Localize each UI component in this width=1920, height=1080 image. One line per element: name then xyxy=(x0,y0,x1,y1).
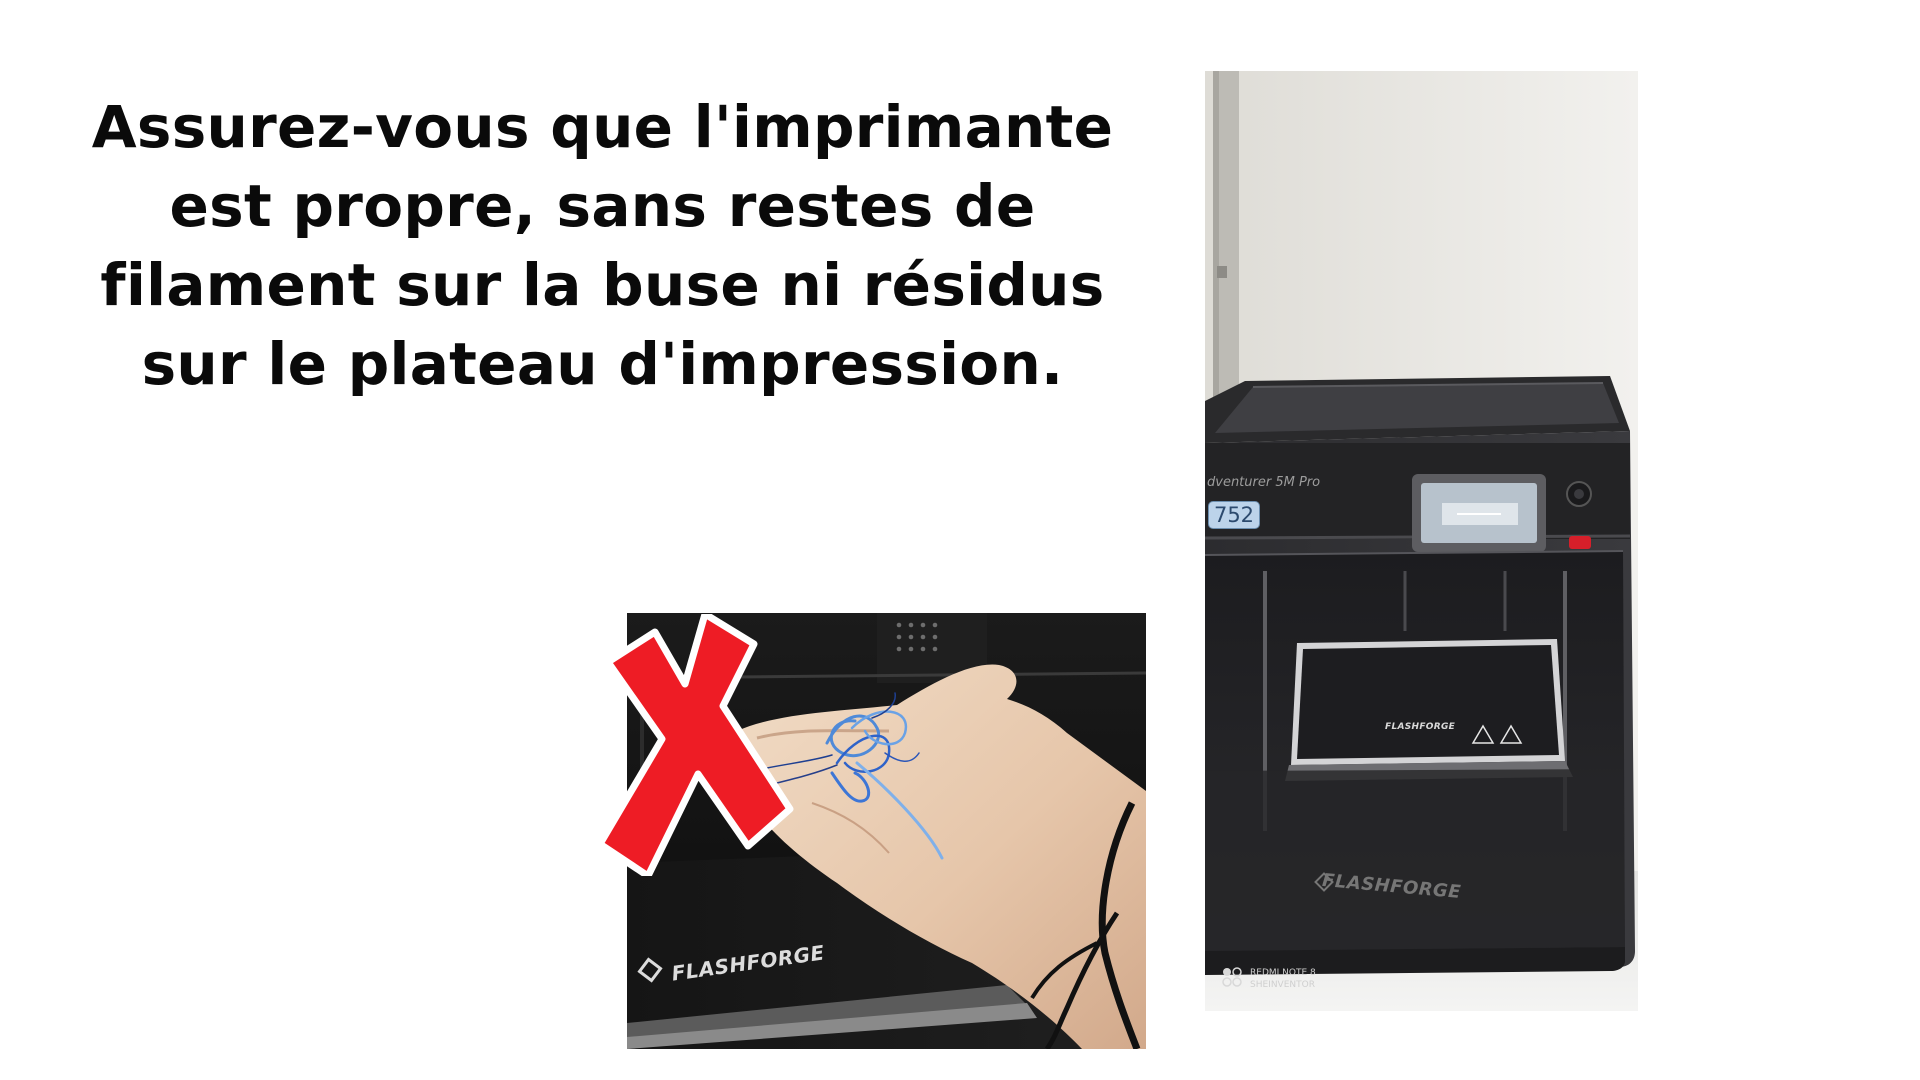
printer-model-name: dventurer 5M Pro xyxy=(1207,475,1321,490)
heading-line-1: Assurez-vous que l'imprimante xyxy=(91,93,1114,161)
plate-brand-text: FLASHFORGE xyxy=(1385,722,1456,732)
watermark-line-2: SHEINVENTOR xyxy=(1250,980,1315,990)
printer-photo-illustration xyxy=(1205,71,1638,1011)
red-x-icon xyxy=(600,614,794,876)
heading-line-3: filament sur la buse ni résidus xyxy=(100,251,1105,319)
instruction-heading: Assurez-vous que l'imprimante est propre… xyxy=(55,88,1150,404)
clean-printer-photo: dventurer 5M Pro 752 FLASHFORGE FLASHFOR… xyxy=(1205,71,1638,1011)
printer-id-badge: 752 xyxy=(1208,501,1260,529)
watermark-line-1: REDMI NOTE 8 xyxy=(1250,968,1316,978)
heading-line-4: sur le plateau d'impression. xyxy=(141,330,1064,398)
camera-watermark-text: REDMI NOTE 8 SHEINVENTOR xyxy=(1250,967,1316,991)
heading-line-2: est propre, sans restes de xyxy=(169,172,1036,240)
